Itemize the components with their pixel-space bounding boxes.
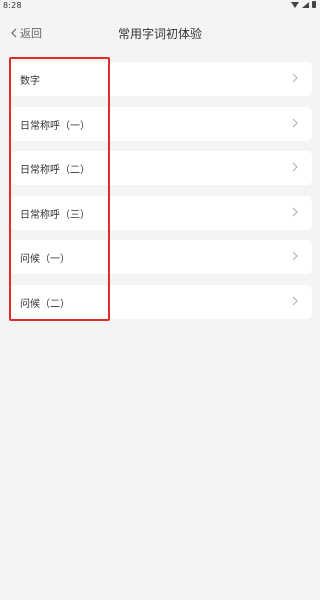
list-item-label: 问候（二） [20,298,70,310]
list-item-label: 日常称呼（一） [20,120,90,132]
chevron-right-icon [292,118,298,128]
list-item[interactable]: 日常称呼（二） [10,151,312,185]
list-item-label: 问候（一） [20,254,70,265]
chevron-right-icon [292,162,298,172]
list-item[interactable]: 日常称呼（一） [10,106,312,141]
status-bar: 8:28 [0,0,320,12]
status-time: 8:28 [3,1,22,10]
nav-bar: 返回 常用字词初体验 [0,18,320,48]
chevron-right-icon [292,296,298,306]
wifi-icon [291,1,299,8]
list-item[interactable]: 问候（二） [10,284,312,319]
battery-icon [312,1,316,8]
status-icons [291,1,316,8]
list-item-label: 数字 [20,76,40,87]
lesson-list: 数字 日常称呼（一） 日常称呼（二） 日常称呼（三） 问候（一） 问候（二） [10,62,312,329]
list-item[interactable]: 数字 [10,62,312,96]
page-title: 常用字词初体验 [117,27,202,41]
list-item-label: 日常称呼（二） [20,165,90,176]
chevron-right-icon [292,251,298,261]
chevron-right-icon [292,73,298,83]
chevron-right-icon [292,207,298,217]
list-item[interactable]: 问候（一） [10,240,312,274]
signal-icon [302,1,309,8]
list-item[interactable]: 日常称呼（三） [10,195,312,230]
list-item-label: 日常称呼（三） [20,209,90,221]
